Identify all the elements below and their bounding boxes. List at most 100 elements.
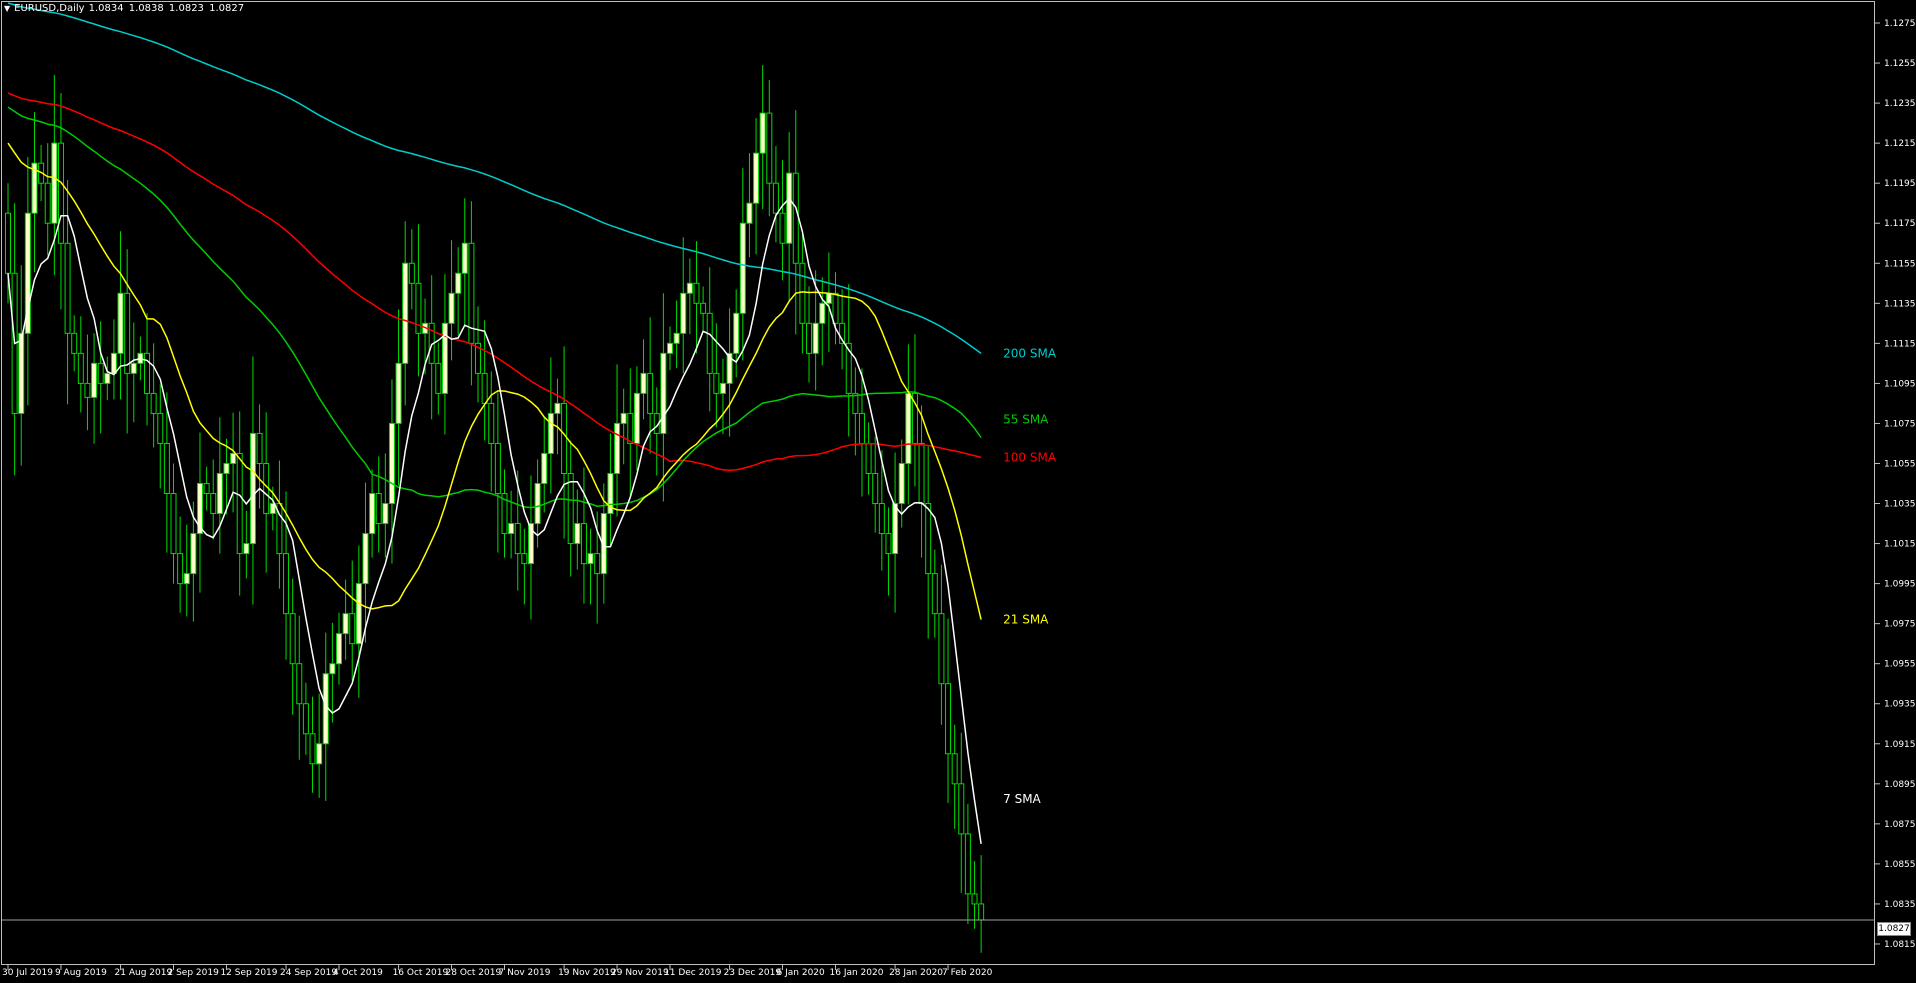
bull-candle: [508, 523, 515, 535]
bull-candle: [117, 292, 124, 354]
bull-candle: [130, 362, 137, 374]
y-tick-label: 1.0915: [1884, 740, 1916, 750]
bull-candle: [819, 302, 826, 324]
bull-candle: [680, 292, 687, 334]
bull-candle: [461, 242, 468, 274]
bear-candle: [57, 142, 64, 244]
bear-candle: [375, 493, 382, 525]
bull-candle: [441, 322, 448, 394]
y-tick-label: 1.1075: [1884, 419, 1916, 429]
bear-candle: [779, 212, 786, 244]
bull-candle: [110, 352, 117, 374]
sma-label-21: 21 SMA: [1003, 613, 1049, 627]
bull-candle: [660, 352, 667, 434]
bear-candle: [561, 402, 568, 474]
y-tick-label: 1.0995: [1884, 580, 1916, 590]
bear-candle: [872, 472, 879, 505]
bear-candle: [97, 362, 104, 384]
x-tick-label: 29 Nov 2019: [611, 968, 669, 978]
bull-candle: [667, 342, 673, 354]
bear-candle: [706, 312, 713, 374]
bear-candle: [918, 442, 925, 505]
bear-candle: [806, 322, 813, 354]
y-tick-label: 1.0955: [1884, 660, 1916, 670]
bull-candle: [104, 372, 111, 384]
bull-candle: [786, 172, 793, 244]
bull-candle: [898, 462, 905, 505]
bear-candle: [521, 553, 528, 565]
y-tick-label: 1.1255: [1884, 59, 1916, 69]
bear-candle: [832, 292, 839, 324]
bull-candle: [183, 573, 190, 585]
bull-candle: [905, 392, 912, 464]
bull-candle: [316, 743, 323, 765]
bull-candle: [216, 472, 223, 515]
bull-candle: [230, 452, 237, 464]
bull-candle: [18, 332, 25, 414]
x-tick-label: 2 Sep 2019: [168, 968, 220, 978]
bear-candle: [766, 112, 773, 184]
y-tick-label: 1.0935: [1884, 700, 1916, 710]
bear-candle: [858, 412, 865, 444]
bear-candle: [71, 332, 78, 354]
price-chart[interactable]: 1.1275 1.1255 1.1235 1.1215 1.1195 1.1175 1.11…: [0, 0, 1916, 983]
bear-candle: [958, 783, 965, 835]
y-tick-label: 1.1215: [1884, 139, 1916, 149]
bear-candle: [567, 472, 574, 545]
bull-candle: [587, 553, 594, 565]
bear-candle: [64, 242, 71, 334]
bear-candle: [256, 432, 263, 464]
y-tick-label: 1.1055: [1884, 459, 1916, 469]
y-tick-label: 1.0835: [1884, 900, 1916, 910]
y-tick-label: 1.1155: [1884, 259, 1916, 269]
bull-candle: [640, 372, 647, 394]
bear-candle: [481, 372, 488, 404]
y-tick-label: 1.1235: [1884, 99, 1916, 109]
bull-candle: [547, 412, 554, 454]
x-tick-label: 30 Jul 2019: [2, 968, 53, 978]
y-tick-label: 1.1135: [1884, 299, 1916, 309]
x-tick-label: 11 Dec 2019: [664, 968, 722, 978]
x-tick-label: 21 Aug 2019: [115, 968, 173, 978]
bull-candle: [534, 483, 541, 525]
x-tick-label: 23 Dec 2019: [724, 968, 782, 978]
y-tick-label: 1.1195: [1884, 179, 1916, 189]
bull-candle: [243, 543, 250, 555]
chart-window[interactable]: 1.1275 1.1255 1.1235 1.1215 1.1195 1.1175 1.11…: [0, 0, 1916, 983]
bull-candle: [448, 292, 455, 324]
bear-candle: [627, 412, 634, 444]
bear-candle: [309, 733, 316, 765]
bear-candle: [772, 182, 779, 214]
triangle-down-icon[interactable]: ▼: [4, 4, 10, 13]
bull-candle: [541, 452, 548, 484]
bear-candle: [289, 613, 296, 665]
bull-candle: [574, 523, 581, 545]
bull-candle: [673, 332, 680, 344]
bull-candle: [825, 292, 832, 304]
bear-candle: [150, 392, 157, 414]
bull-candle: [455, 272, 462, 294]
bear-candle: [938, 613, 945, 685]
x-tick-label: 28 Oct 2019: [446, 968, 502, 978]
bear-candle: [5, 212, 11, 274]
bull-candle: [614, 422, 621, 474]
x-tick-label: 16 Jan 2020: [830, 968, 884, 978]
sma-label-100: 100 SMA: [1003, 450, 1057, 464]
bull-candle: [91, 362, 98, 398]
bear-candle: [792, 172, 799, 264]
bull-candle: [322, 673, 329, 745]
bear-candle: [408, 262, 415, 284]
bear-candle: [296, 663, 303, 705]
bull-candle: [739, 222, 746, 314]
bull-candle: [733, 312, 740, 354]
bull-candle: [51, 142, 58, 224]
bear-candle: [124, 292, 131, 374]
bear-candle: [177, 553, 184, 585]
x-tick-label: 28 Jan 2020: [889, 968, 943, 978]
bull-candle: [719, 382, 726, 394]
bull-candle: [395, 362, 402, 424]
bull-candle: [355, 583, 362, 645]
bear-candle: [236, 452, 243, 555]
x-tick-label: 7 Feb 2020: [942, 968, 993, 978]
bear-candle: [84, 382, 91, 398]
